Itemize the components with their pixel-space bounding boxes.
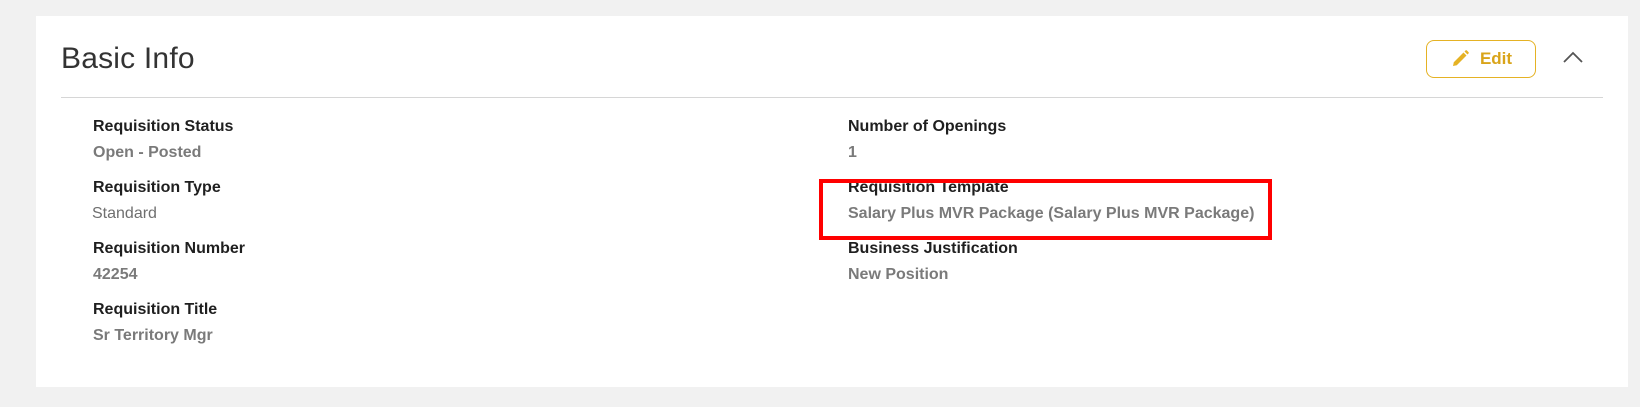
field-value: New Position [848, 266, 949, 283]
card-title: Basic Info [61, 42, 195, 75]
pencil-icon [1450, 49, 1470, 69]
field-value: 1 [848, 144, 857, 161]
edit-button-label: Edit [1479, 49, 1513, 68]
header-divider [61, 97, 1603, 98]
field-business-justification: Business Justification New Position [848, 239, 1018, 285]
card-header: Basic Info Edit [36, 16, 1628, 98]
field-number-of-openings: Number of Openings 1 [848, 117, 1006, 163]
field-requisition-status: Requisition Status Open - Posted [93, 117, 233, 163]
field-value: Standard [92, 205, 157, 222]
field-value: 42254 [93, 266, 138, 283]
field-requisition-type: Requisition Type Standard [92, 178, 221, 224]
chevron-up-icon [1562, 50, 1584, 69]
collapse-toggle[interactable] [1560, 46, 1586, 72]
field-requisition-title: Requisition Title Sr Territory Mgr [93, 300, 217, 346]
field-label: Number of Openings [848, 118, 1007, 135]
field-value: Sr Territory Mgr [93, 327, 213, 344]
field-requisition-number: Requisition Number 42254 [93, 239, 245, 285]
field-label: Requisition Type [93, 179, 221, 196]
basic-info-card: Basic Info Edit Requisition Status Open … [36, 16, 1628, 387]
field-value: Open - Posted [93, 144, 202, 161]
field-label: Requisition Number [93, 240, 246, 257]
edit-button[interactable]: Edit [1426, 40, 1536, 78]
field-label: Requisition Status [93, 118, 234, 135]
highlight-box [819, 179, 1272, 240]
field-label: Requisition Title [93, 301, 218, 318]
field-label: Business Justification [848, 240, 1018, 257]
